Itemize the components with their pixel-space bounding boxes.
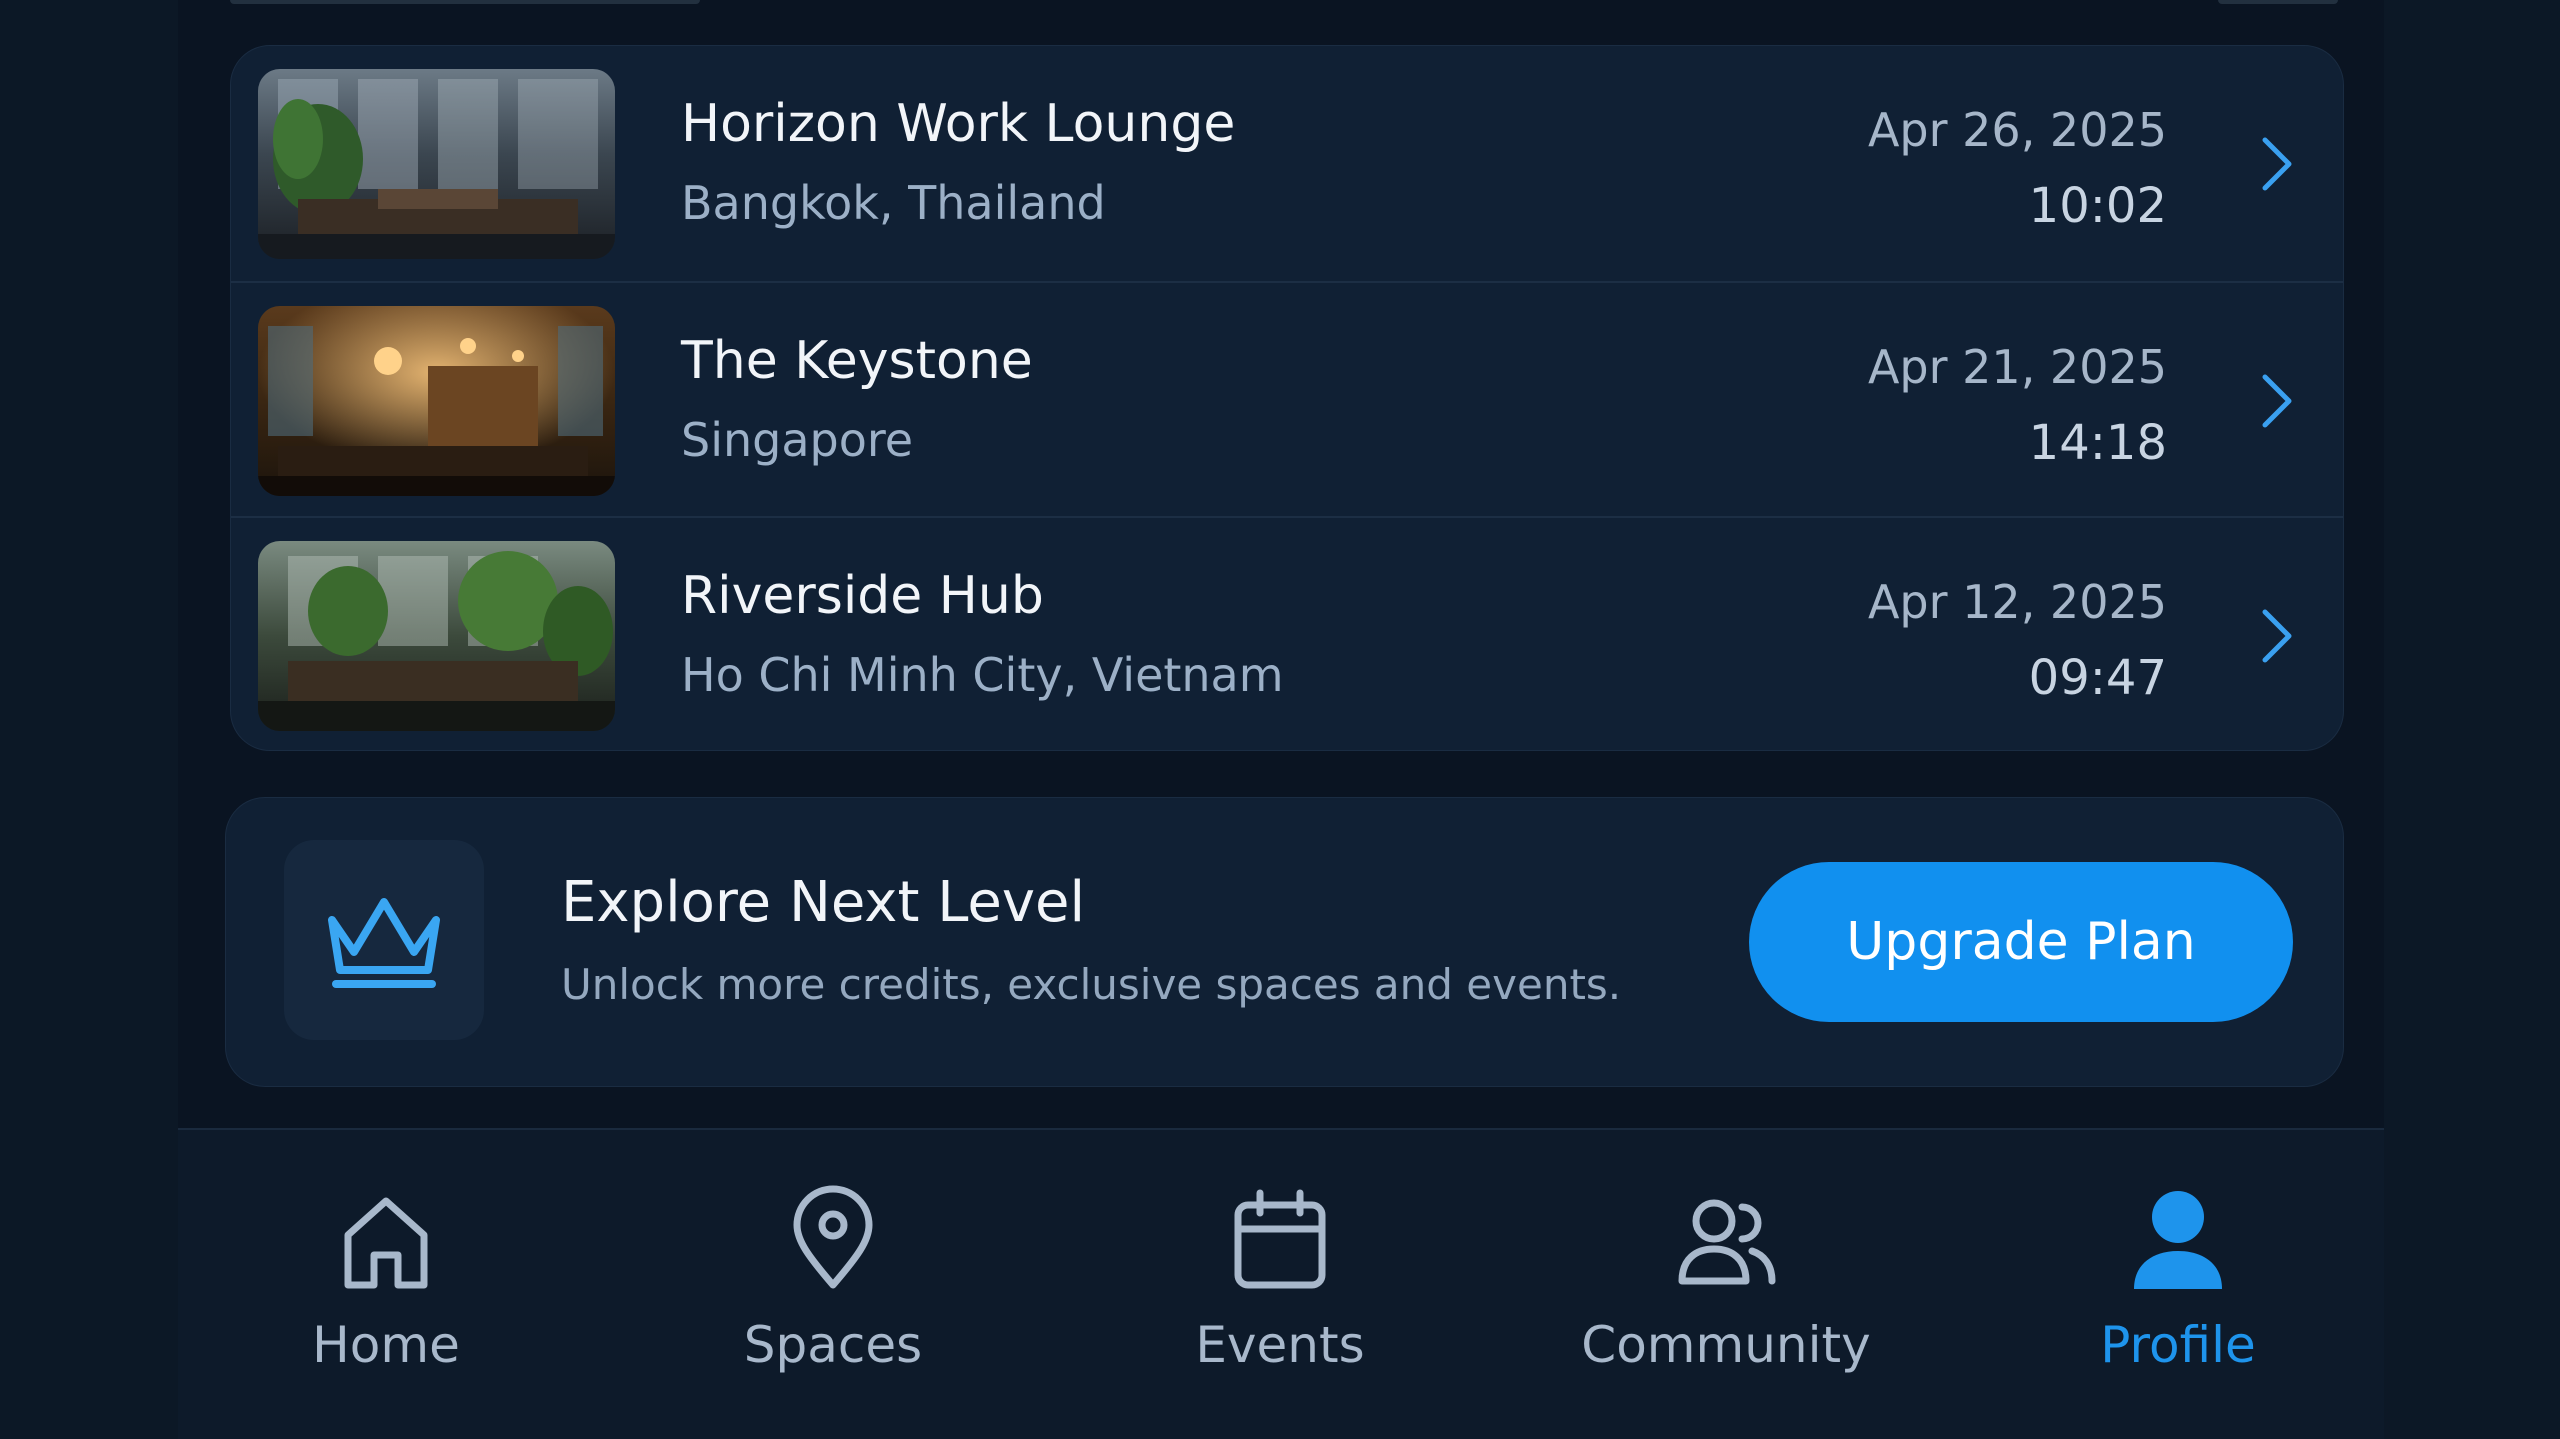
chevron-right-icon [2262, 609, 2292, 663]
nav-item-home[interactable]: Home [186, 1130, 586, 1439]
upgrade-plan-button[interactable]: Upgrade Plan [1749, 862, 2293, 1022]
visit-row[interactable]: Horizon Work Lounge Bangkok, Thailand Ap… [231, 46, 2343, 280]
bottom-nav-bar: Home Spaces Events Community Profile [178, 1128, 2384, 1439]
user-icon [2134, 1191, 2222, 1289]
nav-label: Community [1581, 1316, 1871, 1374]
nav-label: Spaces [743, 1316, 923, 1374]
space-location: Singapore [681, 413, 914, 467]
nav-item-profile[interactable]: Profile [1978, 1130, 2378, 1439]
upgrade-title: Explore Next Level [561, 870, 1086, 935]
home-icon [344, 1197, 428, 1289]
users-icon [1678, 1199, 1776, 1285]
visit-time: 09:47 [2028, 650, 2167, 706]
app-screen: Horizon Work Lounge Bangkok, Thailand Ap… [0, 0, 2560, 1439]
section-header-cropped [230, 0, 2342, 10]
calendar-icon [1234, 1189, 1326, 1289]
visit-time: 14:18 [2028, 415, 2167, 471]
nav-item-spaces[interactable]: Spaces [633, 1130, 1033, 1439]
section-title-fragment [230, 0, 700, 4]
nav-label: Events [1195, 1316, 1365, 1374]
upgrade-promo-card: Explore Next Level Unlock more credits, … [225, 797, 2344, 1087]
space-location: Bangkok, Thailand [681, 176, 1106, 230]
chevron-right-icon [2262, 374, 2292, 428]
recent-visits-list: Horizon Work Lounge Bangkok, Thailand Ap… [230, 45, 2344, 751]
space-name: Horizon Work Lounge [681, 94, 1236, 154]
space-name: Riverside Hub [681, 566, 1044, 626]
map-pin-icon [793, 1185, 873, 1289]
visit-date: Apr 12, 2025 [1867, 575, 2167, 629]
space-photo [258, 541, 615, 731]
visit-date: Apr 26, 2025 [1867, 103, 2167, 157]
space-location: Ho Chi Minh City, Vietnam [681, 648, 1284, 702]
nav-item-community[interactable]: Community [1526, 1130, 1926, 1439]
upgrade-subtitle: Unlock more credits, exclusive spaces an… [561, 960, 1622, 1009]
nav-label: Profile [2100, 1316, 2256, 1374]
crown-icon-badge [284, 840, 484, 1040]
visit-row[interactable]: The Keystone Singapore Apr 21, 2025 14:1… [231, 281, 2343, 517]
nav-item-events[interactable]: Events [1080, 1130, 1480, 1439]
chevron-right-icon [2262, 137, 2292, 191]
visit-date: Apr 21, 2025 [1867, 340, 2167, 394]
visit-row[interactable]: Riverside Hub Ho Chi Minh City, Vietnam … [231, 516, 2343, 750]
space-name: The Keystone [681, 331, 1033, 391]
space-photo [258, 69, 615, 259]
see-all-link-fragment[interactable] [2218, 0, 2338, 4]
nav-label: Home [312, 1316, 460, 1374]
crown-icon [328, 898, 440, 988]
visit-time: 10:02 [2028, 178, 2167, 234]
space-photo [258, 306, 615, 496]
